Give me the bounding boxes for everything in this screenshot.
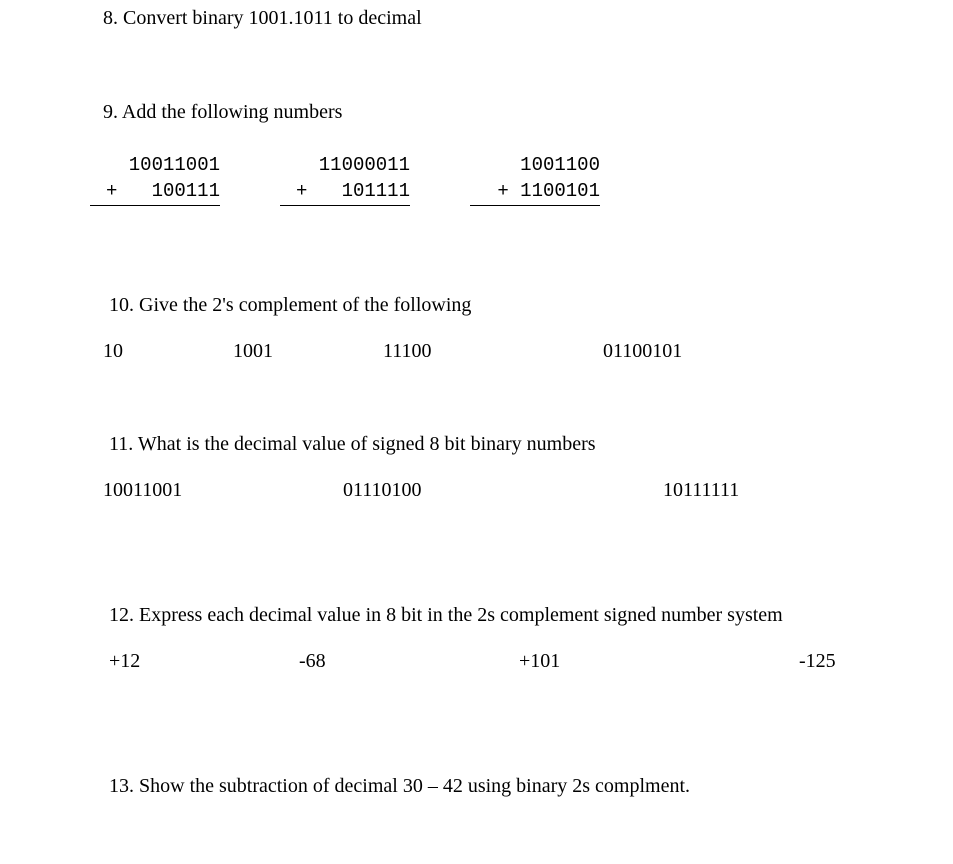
q9-col2-top: 11000011 xyxy=(280,153,410,179)
q9-col-3: 1001100 + 1100101 xyxy=(470,153,600,206)
q10-item-1: 10 xyxy=(103,340,233,363)
q9-col2-rule xyxy=(280,205,410,206)
q11-prompt: 11. What is the decimal value of signed … xyxy=(109,431,923,457)
q9-col1-top: 10011001 xyxy=(90,153,220,179)
q9-col2-bot: + 101111 xyxy=(280,179,410,205)
q9-col3-top: 1001100 xyxy=(470,153,600,179)
q8-prompt: 8. Convert binary 1001.1011 to decimal xyxy=(103,5,923,31)
question-8: 8. Convert binary 1001.1011 to decimal xyxy=(103,5,923,31)
q12-item-2: -68 xyxy=(299,650,519,673)
question-10: 10. Give the 2's complement of the follo… xyxy=(103,292,923,363)
q13-prompt: 13. Show the subtraction of decimal 30 –… xyxy=(109,773,923,799)
q9-col3-rule xyxy=(470,205,600,206)
q9-col3-bot: + 1100101 xyxy=(470,179,600,205)
question-12: 12. Express each decimal value in 8 bit … xyxy=(103,602,923,673)
question-13: 13. Show the subtraction of decimal 30 –… xyxy=(103,773,923,799)
q12-item-3: +101 xyxy=(519,650,799,673)
q12-items: +12 -68 +101 -125 xyxy=(109,650,923,673)
q10-prompt: 10. Give the 2's complement of the follo… xyxy=(109,292,923,318)
q9-col1-rule xyxy=(90,205,220,206)
q11-item-2: 01110100 xyxy=(343,479,663,502)
q10-item-4: 01100101 xyxy=(603,340,682,363)
question-9: 9. Add the following numbers 10011001 + … xyxy=(103,99,923,206)
q9-prompt: 9. Add the following numbers xyxy=(103,99,923,125)
q12-item-4: -125 xyxy=(799,650,836,673)
q12-item-1: +12 xyxy=(109,650,299,673)
q12-prompt: 12. Express each decimal value in 8 bit … xyxy=(109,602,923,628)
q9-col-2: 11000011 + 101111 xyxy=(280,153,410,206)
q9-col-1: 10011001 + 100111 xyxy=(90,153,220,206)
question-11: 11. What is the decimal value of signed … xyxy=(103,431,923,502)
q9-col1-bot: + 100111 xyxy=(90,179,220,205)
q10-item-2: 1001 xyxy=(233,340,383,363)
q9-addition-block: 10011001 + 100111 11000011 + 101111 1001… xyxy=(90,153,923,206)
q11-item-3: 10111111 xyxy=(663,479,739,502)
q11-item-1: 10011001 xyxy=(103,479,343,502)
q10-items: 10 1001 11100 01100101 xyxy=(103,340,923,363)
q11-items: 10011001 01110100 10111111 xyxy=(103,479,923,502)
q10-item-3: 11100 xyxy=(383,340,603,363)
